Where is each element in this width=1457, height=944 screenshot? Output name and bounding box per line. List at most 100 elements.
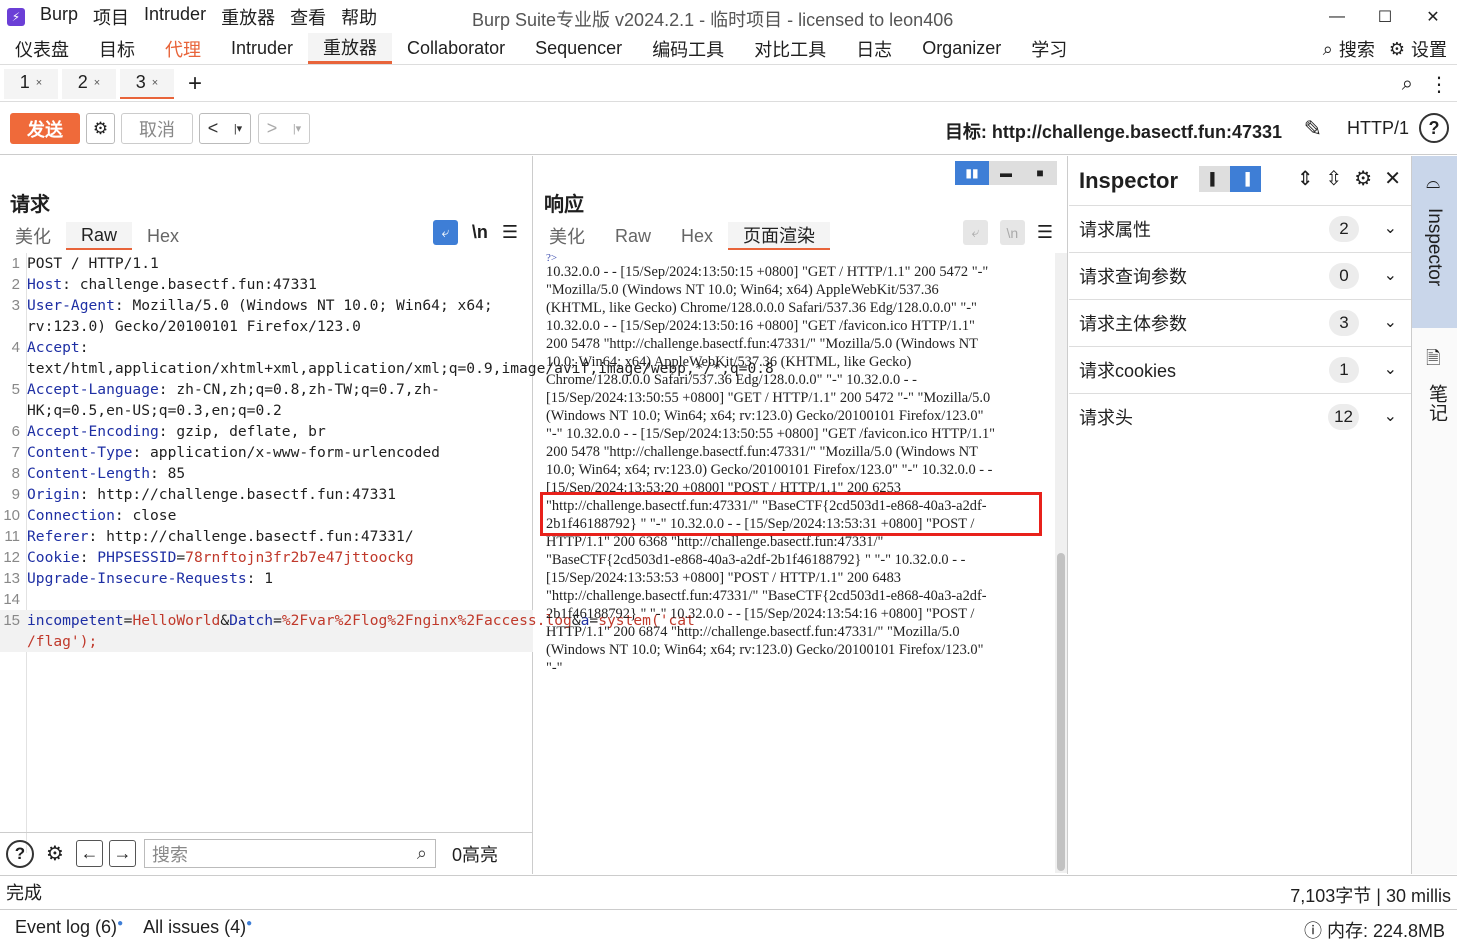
tab-pretty[interactable]: 美化 [534, 222, 600, 250]
tab-raw[interactable]: Raw [600, 222, 666, 250]
inspector-section[interactable]: 请求头 12 ⌄ [1069, 393, 1411, 440]
target-label[interactable]: 目标: http://challenge.basectf.fun:47331 [945, 118, 1282, 144]
more-options-icon[interactable]: ⋮ [1429, 72, 1449, 97]
tab-repeater[interactable]: 重放器 [308, 33, 393, 64]
menu-view[interactable]: 查看 [290, 4, 326, 30]
repeater-tab-1[interactable]: 1 × [4, 68, 58, 99]
arrow-right-icon[interactable]: → [109, 840, 136, 867]
edit-target-pencil-icon[interactable]: ✎ [1304, 116, 1322, 142]
gear-icon[interactable]: ⚙ [40, 839, 70, 869]
all-issues-link[interactable]: All issues (4)● [143, 917, 252, 938]
back-button[interactable]: < |▾ [199, 113, 251, 144]
send-settings-gear-icon[interactable]: ⚙ [86, 113, 115, 144]
chevron-down-icon[interactable]: ⌄ [1384, 218, 1397, 238]
notes-side-label[interactable]: 笔记 [1423, 384, 1450, 422]
close-icon[interactable]: ✕ [1384, 166, 1401, 191]
close-tab-icon[interactable]: × [36, 77, 42, 89]
expand-all-icon[interactable]: ⇕ [1297, 166, 1314, 191]
menu-icon[interactable]: ☰ [1037, 222, 1053, 243]
tab-decoder[interactable]: 编码工具 [637, 33, 739, 64]
event-log-link[interactable]: Event log (6)● [15, 917, 123, 938]
scrollbar-thumb[interactable] [1057, 553, 1065, 871]
tab-organizer[interactable]: Organizer [907, 33, 1016, 64]
inspector-title: Inspector [1079, 168, 1179, 193]
add-tab-icon[interactable]: + [180, 70, 210, 98]
request-editor-icons: ⤶ \n ☰ [432, 220, 518, 245]
minimize-icon[interactable]: — [1313, 0, 1361, 33]
forward-button[interactable]: > |▾ [258, 113, 310, 144]
http-version-selector[interactable]: HTTP/1 [1347, 118, 1409, 139]
repeater-tab-3[interactable]: 3 × [120, 68, 174, 99]
response-text-line: "-" 10.32.0.0 - - [15/Sep/2024:13:50:55 … [546, 426, 996, 442]
layout-right-icon[interactable]: ▐ [1230, 166, 1261, 192]
tab-raw[interactable]: Raw [66, 222, 133, 250]
search-input[interactable]: 搜索 ⌕ [144, 839, 436, 868]
inspector-section[interactable]: 请求查询参数 0 ⌄ [1069, 252, 1411, 299]
tab-learn[interactable]: 学习 [1016, 33, 1082, 64]
line-text: Upgrade-Insecure-Requests: 1 [24, 568, 533, 589]
settings-label[interactable]: 设置 [1411, 36, 1447, 62]
newline-toggle[interactable]: \n [472, 222, 488, 243]
tab-pretty[interactable]: 美化 [0, 222, 66, 250]
send-button[interactable]: 发送 [10, 113, 80, 144]
menu-intruder[interactable]: Intruder [144, 4, 206, 30]
header-value: : 1 [246, 570, 274, 587]
gear-icon[interactable]: ⚙ [1354, 166, 1372, 191]
chevron-down-icon[interactable]: ⌄ [1384, 312, 1397, 332]
tab-render[interactable]: 页面渲染 [728, 222, 831, 250]
cancel-button[interactable]: 取消 [121, 113, 193, 144]
tab-proxy[interactable]: 代理 [150, 33, 216, 64]
menu-icon[interactable]: ☰ [502, 222, 518, 243]
tab-hex[interactable]: Hex [666, 222, 728, 250]
tab-target[interactable]: 目标 [84, 33, 150, 64]
layout-stacked-icon[interactable]: ▬ [989, 161, 1023, 185]
response-text-line: 10.32.0.0 - - [15/Sep/2024:13:50:16 +080… [546, 318, 975, 334]
chevron-down-icon[interactable]: ⌄ [1384, 406, 1397, 426]
close-tab-icon[interactable]: × [152, 77, 158, 89]
notes-document-icon[interactable]: 🗎 [1426, 346, 1440, 376]
chevron-down-icon[interactable]: ⌄ [1384, 359, 1397, 379]
arrow-left-icon[interactable]: ← [76, 840, 103, 867]
collapse-all-icon[interactable]: ⇳ [1326, 166, 1343, 191]
layout-tabbed-icon[interactable]: ■ [1023, 161, 1057, 185]
tab-hex[interactable]: Hex [132, 222, 194, 250]
response-scrollbar[interactable] [1055, 253, 1067, 873]
count-badge: 0 [1329, 263, 1359, 289]
menu-help[interactable]: 帮助 [341, 4, 377, 30]
param-name: Datch [229, 612, 274, 629]
response-text-line: 10.0; Win64; x64; rv:123.0) Gecko/201001… [546, 462, 993, 478]
tab-comparer[interactable]: 对比工具 [739, 33, 841, 64]
inspector-section[interactable]: 请求主体参数 3 ⌄ [1069, 299, 1411, 346]
layout-side-by-side-icon[interactable]: ▮▮ [955, 161, 989, 185]
global-search-label[interactable]: 搜索 [1339, 36, 1375, 62]
tab-intruder[interactable]: Intruder [216, 33, 308, 64]
menu-burp[interactable]: Burp [40, 4, 78, 30]
search-icon[interactable]: ⌕ [1323, 39, 1333, 60]
request-line: 6 Accept-Encoding: gzip, deflate, br [0, 421, 533, 442]
request-editor[interactable]: 1 POST / HTTP/1.1 2 Host: challenge.basectf… [0, 253, 774, 652]
menu-project[interactable]: 项目 [93, 4, 129, 30]
wrap-lines-icon[interactable]: ⤶ [432, 220, 458, 245]
tab-dashboard[interactable]: 仪表盘 [0, 33, 84, 64]
tab-collaborator[interactable]: Collaborator [392, 33, 520, 64]
chevron-down-icon[interactable]: ⌄ [1384, 265, 1397, 285]
response-text-line: "-" [546, 660, 563, 676]
close-tab-icon[interactable]: × [94, 77, 100, 89]
tab-sequencer[interactable]: Sequencer [520, 33, 637, 64]
layout-left-icon[interactable]: ▌ [1199, 166, 1230, 192]
close-icon[interactable]: ✕ [1409, 0, 1457, 33]
gear-icon[interactable]: ⚙ [1389, 39, 1405, 60]
line-number: 12 [3, 549, 20, 566]
help-icon[interactable]: ? [1419, 113, 1449, 143]
maximize-icon[interactable]: ☐ [1361, 0, 1409, 33]
help-icon[interactable]: ? [6, 839, 34, 868]
tab-logger[interactable]: 日志 [841, 33, 907, 64]
memory-indicator[interactable]: ⓘ 内存: 224.8MB [1304, 917, 1445, 943]
repeater-tab-2[interactable]: 2 × [62, 68, 116, 99]
menu-repeater[interactable]: 重放器 [221, 4, 275, 30]
inspector-side-tab[interactable]: ⌓ Inspector [1412, 156, 1457, 328]
inspector-section[interactable]: 请求属性 2 ⌄ [1069, 205, 1411, 252]
search-tabs-icon[interactable]: ⌕ [1402, 73, 1413, 96]
inspector-section[interactable]: 请求cookies 1 ⌄ [1069, 346, 1411, 393]
line-number: 4 [11, 339, 20, 356]
